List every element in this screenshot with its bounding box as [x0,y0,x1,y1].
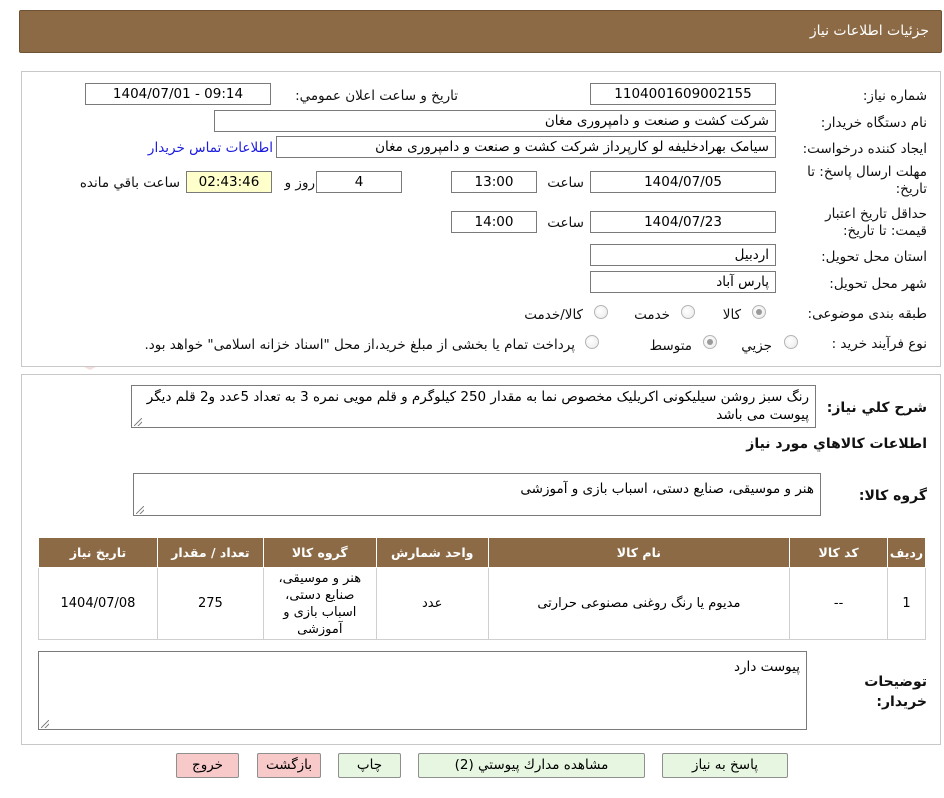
col-header-unit: واحد شمارش [375,537,489,568]
resize-grip-icon[interactable] [41,720,49,728]
reply-date-field: 1404/07/05 [590,171,776,193]
days-label: روز و [284,175,315,191]
col-header-goods-name: نام کالا [487,537,791,568]
print-button[interactable]: چاپ [338,753,401,778]
resize-grip-icon[interactable] [134,418,142,426]
back-button[interactable]: بازگشت [257,753,321,778]
table-header-row: رديف کد کالا نام کالا واحد شمارش گروه کا… [38,537,926,568]
category-label: طبقه بندی موضوعی: [807,306,927,322]
cell-unit: عدد [375,567,489,640]
table-row: 1 -- مدیوم یا رنگ روغنی مصنوعی حرارتی عد… [38,567,926,640]
summary-label: شرح كلي نياز: [826,400,927,416]
category-option-goods: کالا [722,307,741,323]
category-radio-service[interactable] [681,305,695,319]
province-label: استان محل تحویل: [821,249,927,265]
days-field: 4 [316,171,402,193]
cell-quantity: 275 [156,567,264,640]
buyer-contact-link[interactable]: اطلاعات تماس خريدار [148,140,273,156]
announce-field: 1404/07/01 - 09:14 [85,83,271,105]
reply-deadline-label: مهلت ارسال پاسخ: تا تاریخ: [807,164,927,197]
goods-group-label: گروه کالا: [858,488,927,504]
resize-grip-icon[interactable] [136,506,144,514]
view-attachments-button[interactable]: مشاهده مدارك پيوستي (2) [418,753,645,778]
price-validity-label: حداقل تاریخ اعتبار قیمت: تا تاریخ: [825,206,927,239]
page-title: جزئیات اطلاعات نیاز [809,23,929,39]
buyer-org-label: نام دستگاه خريدار: [820,115,927,131]
reply-time-label: ساعت [547,175,584,191]
need-number-field: 1104001609002155 [590,83,776,105]
category-radio-goods-service[interactable] [594,305,608,319]
remaining-time-field: 02:43:46 [186,171,272,193]
process-radio-treasury[interactable] [585,335,599,349]
cell-row-number: 1 [887,567,926,640]
price-time-field: 14:00 [451,211,537,233]
goods-group-text: هنر و موسیقی، صنایع دستی، اسباب بازی و آ… [520,481,814,497]
process-option-minor: جزيي [741,338,772,354]
buyer-notes-label: توضيحات خريدار: [864,674,927,710]
category-option-service: خدمت [634,307,670,323]
goods-info-title: اطلاعات كالاهاي مورد نياز [746,436,927,452]
buyer-org-field: شرکت کشت و صنعت و دامپروری مغان [214,110,776,132]
goods-group-textarea[interactable]: هنر و موسیقی، صنایع دستی، اسباب بازی و آ… [133,473,821,516]
cell-goods-name: مدیوم یا رنگ روغنی مصنوعی حرارتی [487,567,791,640]
goods-table: رديف کد کالا نام کالا واحد شمارش گروه کا… [38,537,926,640]
col-header-goods-code: کد کالا [789,537,889,568]
category-option-goods-service: کالا/خدمت [524,307,583,323]
province-field: اردبيل [590,244,776,266]
remaining-label: ساعت باقي مانده [79,175,180,191]
process-radio-medium[interactable] [703,335,717,349]
process-note: پرداخت تمام یا بخشی از مبلغ خرید،از محل … [144,337,575,353]
price-time-label: ساعت [547,215,584,231]
city-label: شهر محل تحویل: [829,276,927,292]
summary-text: رنگ سبز روشن سیلیکونی اکریلیک مخصوص نما … [146,389,809,423]
need-number-label: شماره نیاز: [862,88,927,104]
cell-goods-group: هنر و موسیقی، صنایع دستی، اسباب بازی و آ… [262,567,377,640]
cell-goods-code: -- [789,567,889,640]
announce-label: تاریخ و ساعت اعلان عمومي: [295,88,458,104]
requester-field: سیامک بهرادخلیفه لو کارپرداز شرکت کشت و … [276,136,776,158]
col-header-row-number: رديف [887,537,926,568]
col-header-goods-group: گروه کالا [262,537,377,568]
process-radio-minor[interactable] [784,335,798,349]
city-field: پارس آباد [590,271,776,293]
cell-need-date: 1404/07/08 [38,567,158,640]
summary-textarea[interactable]: رنگ سبز روشن سیلیکونی اکریلیک مخصوص نما … [131,385,816,428]
reply-time-field: 13:00 [451,171,537,193]
buyer-notes-text: پیوست دارد [734,659,800,675]
exit-button[interactable]: خروج [176,753,239,778]
category-radio-goods[interactable] [752,305,766,319]
process-option-medium: متوسط [649,338,692,354]
page-header: جزئیات اطلاعات نیاز [19,10,942,53]
process-label: نوع فرآیند خرید : [831,336,927,352]
col-header-quantity: تعداد / مقدار [156,537,264,568]
reply-button[interactable]: پاسخ به نياز [662,753,788,778]
col-header-need-date: تاريخ نياز [38,537,158,568]
buyer-notes-textarea[interactable]: پیوست دارد [38,651,807,730]
price-date-field: 1404/07/23 [590,211,776,233]
requester-label: ايجاد کننده درخواست: [802,141,927,157]
